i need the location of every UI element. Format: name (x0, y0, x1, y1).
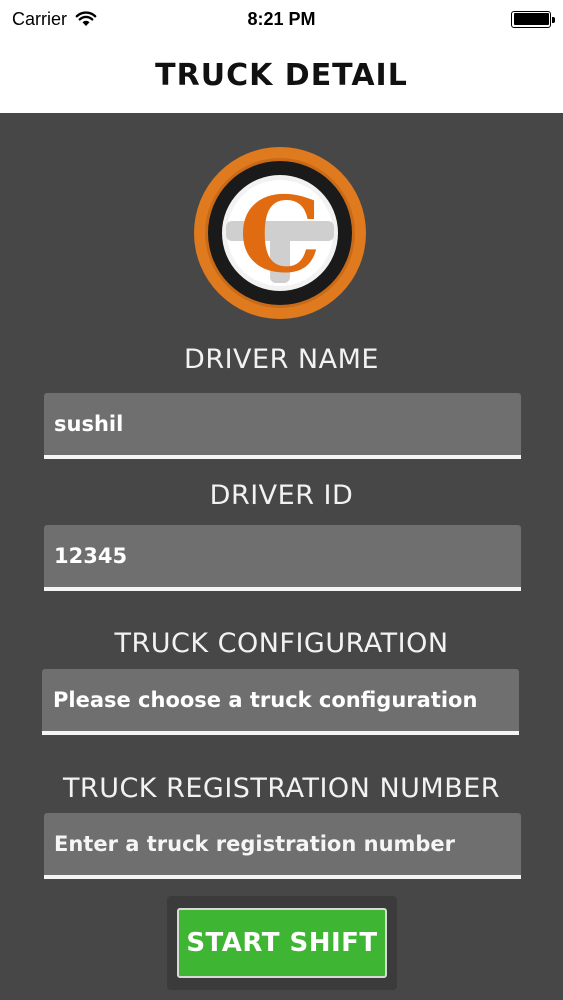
driver-id-label: DRIVER ID (209, 480, 354, 511)
driver-name-label: DRIVER NAME (184, 344, 379, 375)
truck-configuration-value: Please choose a truck configuration (53, 688, 478, 712)
battery-fill (513, 13, 549, 25)
carrier-label: Carrier (12, 8, 68, 29)
status-bar: Carrier 8:21 PM (0, 0, 563, 38)
battery-icon (511, 10, 555, 28)
app-logo: C (194, 147, 366, 319)
wifi-icon (75, 11, 97, 26)
driver-id-input[interactable] (44, 525, 521, 591)
logo-letter: C (239, 173, 322, 296)
truck-registration-input[interactable] (44, 813, 521, 879)
truck-configuration-select[interactable]: Please choose a truck configuration (42, 669, 519, 735)
truck-registration-label: TRUCK REGISTRATION NUMBER (62, 773, 501, 804)
start-shift-button[interactable]: START SHIFT (177, 908, 387, 978)
driver-name-input[interactable] (44, 393, 521, 459)
content-area: C DRIVER NAME DRIVER ID TRUCK CONFIGURAT… (0, 113, 563, 1000)
status-left: Carrier (12, 9, 97, 30)
truck-configuration-label: TRUCK CONFIGURATION (114, 628, 449, 659)
page-title: TRUCK DETAIL (155, 58, 408, 93)
nav-bar: TRUCK DETAIL (0, 38, 563, 113)
start-shift-container: START SHIFT (167, 896, 397, 990)
